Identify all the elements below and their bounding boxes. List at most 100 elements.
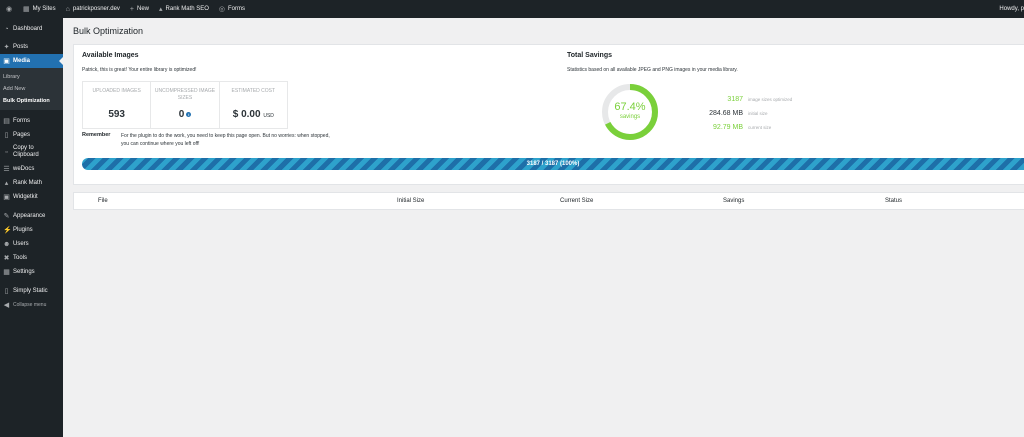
rank-math-label: Rank Math SEO: [165, 6, 209, 12]
sidebar-item-media[interactable]: ▣ Media: [0, 54, 63, 68]
sidebar-item-simply-static[interactable]: ▯ Simply Static: [0, 284, 63, 298]
sidebar-item-tools[interactable]: ✖ Tools: [0, 251, 63, 265]
sites-icon: ▦: [23, 5, 30, 13]
forms-menu[interactable]: ◎ Forms: [214, 0, 250, 18]
site-name-label: patrickposner.dev: [72, 6, 120, 12]
admin-bar: ◉ ▦ My Sites ⌂ patrickposner.dev + New ▴…: [0, 0, 1024, 18]
column-header-current-size: Current Size: [560, 198, 594, 204]
chart-icon: ▴: [4, 179, 9, 187]
file-icon: ▯: [4, 287, 9, 295]
collapse-icon: ◀: [3, 301, 10, 309]
sidebar-item-copy-to-clipboard[interactable]: ▫ Copy to Clipboard: [0, 142, 63, 162]
sidebar-item-posts[interactable]: ✦ Posts: [0, 40, 63, 54]
wrench-icon: ✖: [3, 254, 10, 262]
wordpress-logo-button[interactable]: ◉: [0, 0, 18, 18]
page-title: Bulk Optimization: [73, 26, 144, 36]
sidebar-item-label: Forms: [13, 118, 30, 124]
my-sites-label: My Sites: [32, 6, 56, 12]
sidebar-item-dashboard[interactable]: ◔ Dashboard: [0, 22, 63, 36]
submenu-add-new[interactable]: Add New: [0, 83, 63, 95]
sidebar-item-label: Dashboard: [13, 26, 43, 32]
sidebar-item-users[interactable]: ☻ Users: [0, 237, 63, 251]
optimization-table-header: File Initial Size Current Size Savings S…: [73, 192, 1024, 210]
savings-value: 3187: [727, 96, 743, 103]
savings-percent-label: savings: [619, 114, 641, 120]
savings-value: 284.68 MB: [709, 110, 743, 117]
sidebar-item-forms[interactable]: ▤ Forms: [0, 114, 63, 128]
sidebar-item-widgetkit[interactable]: ▣ Widgetkit: [0, 190, 63, 204]
stat-label: UNCOMPRESSED IMAGE SIZES: [154, 88, 216, 101]
savings-row-initial: 284.68 MB initial size: [690, 110, 890, 117]
remember-label: Remember: [82, 132, 111, 138]
savings-label: initial size: [748, 111, 768, 116]
docs-icon: ☰: [3, 165, 10, 173]
widget-icon: ▣: [3, 193, 10, 201]
image-stats-box: UPLOADED IMAGES 593 UNCOMPRESSED IMAGE S…: [82, 81, 288, 129]
stat-label: UPLOADED IMAGES: [92, 88, 141, 94]
remember-text: For the plugin to do the work, you need …: [121, 133, 330, 147]
sidebar-item-pages[interactable]: ▯ Pages: [0, 128, 63, 142]
savings-description: Statistics based on all available JPEG a…: [567, 67, 738, 73]
media-icon: ▣: [3, 57, 10, 65]
new-label: New: [137, 6, 150, 12]
admin-sidebar: ◔ Dashboard ✦ Posts ▣ Media Library Add …: [0, 18, 63, 437]
currency-unit: USD: [263, 113, 274, 119]
sidebar-item-label: Users: [13, 241, 29, 247]
uploaded-images-stat: UPLOADED IMAGES 593: [83, 82, 152, 128]
total-savings-heading: Total Savings: [567, 52, 612, 59]
sidebar-item-label: Posts: [13, 44, 29, 50]
sidebar-item-label: Tools: [13, 255, 28, 261]
sidebar-item-rank-math[interactable]: ▴ Rank Math: [0, 176, 63, 190]
sidebar-item-label: Rank Math: [13, 180, 43, 186]
stat-value: 0: [178, 109, 185, 120]
pin-icon: ✦: [3, 43, 10, 51]
submenu-bulk-optimization[interactable]: Bulk Optimization: [0, 95, 63, 107]
savings-value: 92.79 MB: [713, 124, 743, 131]
wordpress-icon: ◉: [5, 5, 13, 13]
plus-icon: +: [129, 5, 134, 13]
sidebar-item-plugins[interactable]: ⚡ Plugins: [0, 223, 63, 237]
globe-icon: ◎: [218, 5, 225, 13]
optimization-progress-bar: 3187 / 3187 (100%): [82, 158, 1024, 170]
savings-label: image sizes optimized: [748, 97, 793, 102]
dashboard-icon: ◔: [4, 25, 9, 33]
forms-label: Forms: [228, 6, 245, 12]
savings-label: current size: [748, 125, 772, 130]
sidebar-item-wedocs[interactable]: ☰ weDocs: [0, 162, 63, 176]
my-sites-menu[interactable]: ▦ My Sites: [18, 0, 61, 18]
progress-text: 3187 / 3187 (100%): [526, 161, 580, 167]
submenu-library[interactable]: Library: [0, 71, 63, 83]
savings-percent: 67.4%: [614, 101, 646, 113]
chart-icon: ▴: [159, 5, 163, 13]
column-header-status: Status: [885, 198, 903, 204]
new-content-menu[interactable]: + New: [125, 0, 154, 18]
account-menu[interactable]: Howdy, p: [994, 0, 1024, 18]
savings-row-optimized: 3187 image sizes optimized: [690, 96, 890, 103]
sidebar-item-label: Plugins: [13, 227, 33, 233]
sidebar-item-label: Media: [13, 58, 31, 64]
rank-math-menu[interactable]: ▴ Rank Math SEO: [154, 0, 214, 18]
sidebar-item-label: Appearance: [13, 213, 46, 219]
column-header-initial-size: Initial Size: [397, 198, 425, 204]
column-header-file: File: [98, 198, 108, 204]
collapse-menu-button[interactable]: ◀ Collapse menu: [0, 298, 63, 312]
media-submenu: Library Add New Bulk Optimization: [0, 68, 63, 110]
home-icon: ⌂: [65, 5, 70, 13]
estimated-cost-stat: ESTIMATED COST $ 0.00 USD: [220, 82, 287, 128]
info-icon[interactable]: i: [186, 111, 192, 117]
site-name-menu[interactable]: ⌂ patrickposner.dev: [61, 0, 125, 18]
sidebar-item-settings[interactable]: ▦ Settings: [0, 265, 63, 279]
sidebar-item-label: Collapse menu: [13, 302, 47, 308]
sidebar-item-label: Simply Static: [13, 288, 48, 294]
forms-icon: ▤: [3, 117, 10, 125]
sidebar-item-label: Copy to Clipboard: [13, 145, 39, 158]
savings-row-current: 92.79 MB current size: [690, 124, 890, 131]
library-status-message: Patrick, this is great! Your entire libr…: [82, 67, 197, 73]
clipboard-icon: ▫: [5, 148, 8, 156]
stat-value: $ 0.00: [232, 109, 261, 120]
stat-label: ESTIMATED COST: [231, 88, 276, 94]
sidebar-item-label: Settings: [13, 269, 35, 275]
available-images-heading: Available Images: [82, 52, 139, 59]
settings-icon: ▦: [3, 268, 10, 276]
sidebar-item-appearance[interactable]: ✎ Appearance: [0, 209, 63, 223]
